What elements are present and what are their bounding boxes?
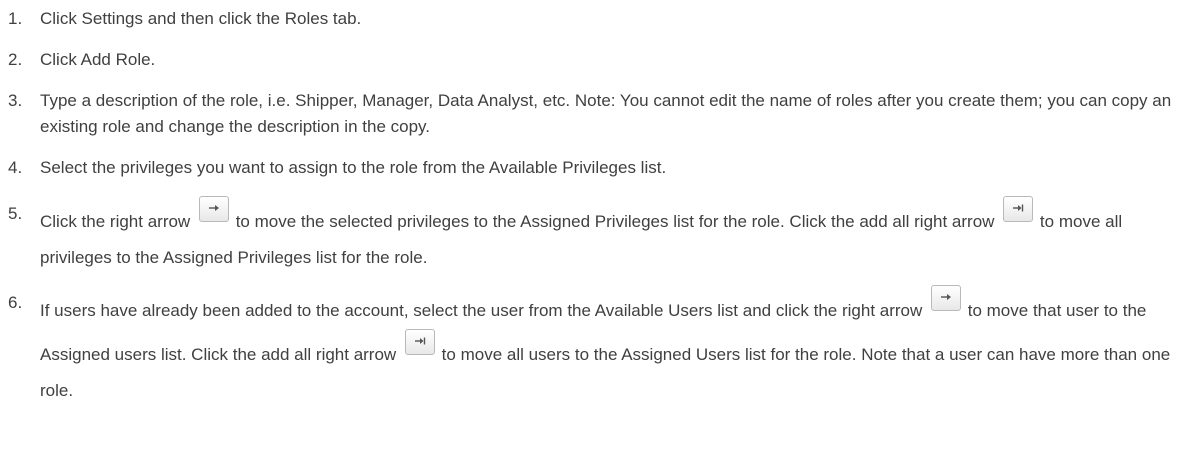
right-arrow-button bbox=[198, 196, 229, 222]
add-all-right-arrow-icon bbox=[1013, 204, 1024, 212]
step-number: 5. bbox=[8, 204, 23, 223]
step-text: Click Settings and then click the Roles … bbox=[40, 9, 362, 28]
add-all-right-arrow-button bbox=[1003, 196, 1034, 222]
right-arrow-icon bbox=[941, 294, 952, 300]
step-number: 1. bbox=[8, 9, 23, 28]
step-text: Click the right arrow bbox=[40, 212, 191, 231]
add-all-right-arrow-button bbox=[404, 329, 435, 355]
step-4: 4. Select the privileges you want to ass… bbox=[8, 155, 1194, 181]
step-text: Click Add Role. bbox=[40, 50, 156, 69]
step-6: 6. If users have already been added to t… bbox=[8, 285, 1194, 409]
right-arrow-button bbox=[931, 285, 962, 311]
step-1: 1. Click Settings and then click the Rol… bbox=[8, 6, 1194, 32]
step-text: to move the selected privileges to the A… bbox=[235, 212, 995, 231]
step-3: 3. Type a description of the role, i.e. … bbox=[8, 88, 1194, 140]
step-number: 2. bbox=[8, 50, 23, 69]
step-number: 6. bbox=[8, 293, 23, 312]
step-number: 3. bbox=[8, 91, 23, 110]
add-all-right-arrow-icon bbox=[414, 337, 426, 345]
steps-list: 1. Click Settings and then click the Rol… bbox=[8, 6, 1194, 409]
step-2: 2. Click Add Role. bbox=[8, 47, 1194, 73]
step-number: 4. bbox=[8, 158, 23, 177]
step-text: If users have already been added to the … bbox=[40, 301, 923, 320]
right-arrow-icon bbox=[208, 205, 219, 211]
step-text: Type a description of the role, i.e. Shi… bbox=[40, 91, 1172, 136]
instructions-document: 1. Click Settings and then click the Rol… bbox=[0, 0, 1204, 455]
step-5: 5. Click the right arrow to move the sel… bbox=[8, 196, 1194, 276]
step-text: Select the privileges you want to assign… bbox=[40, 158, 667, 177]
